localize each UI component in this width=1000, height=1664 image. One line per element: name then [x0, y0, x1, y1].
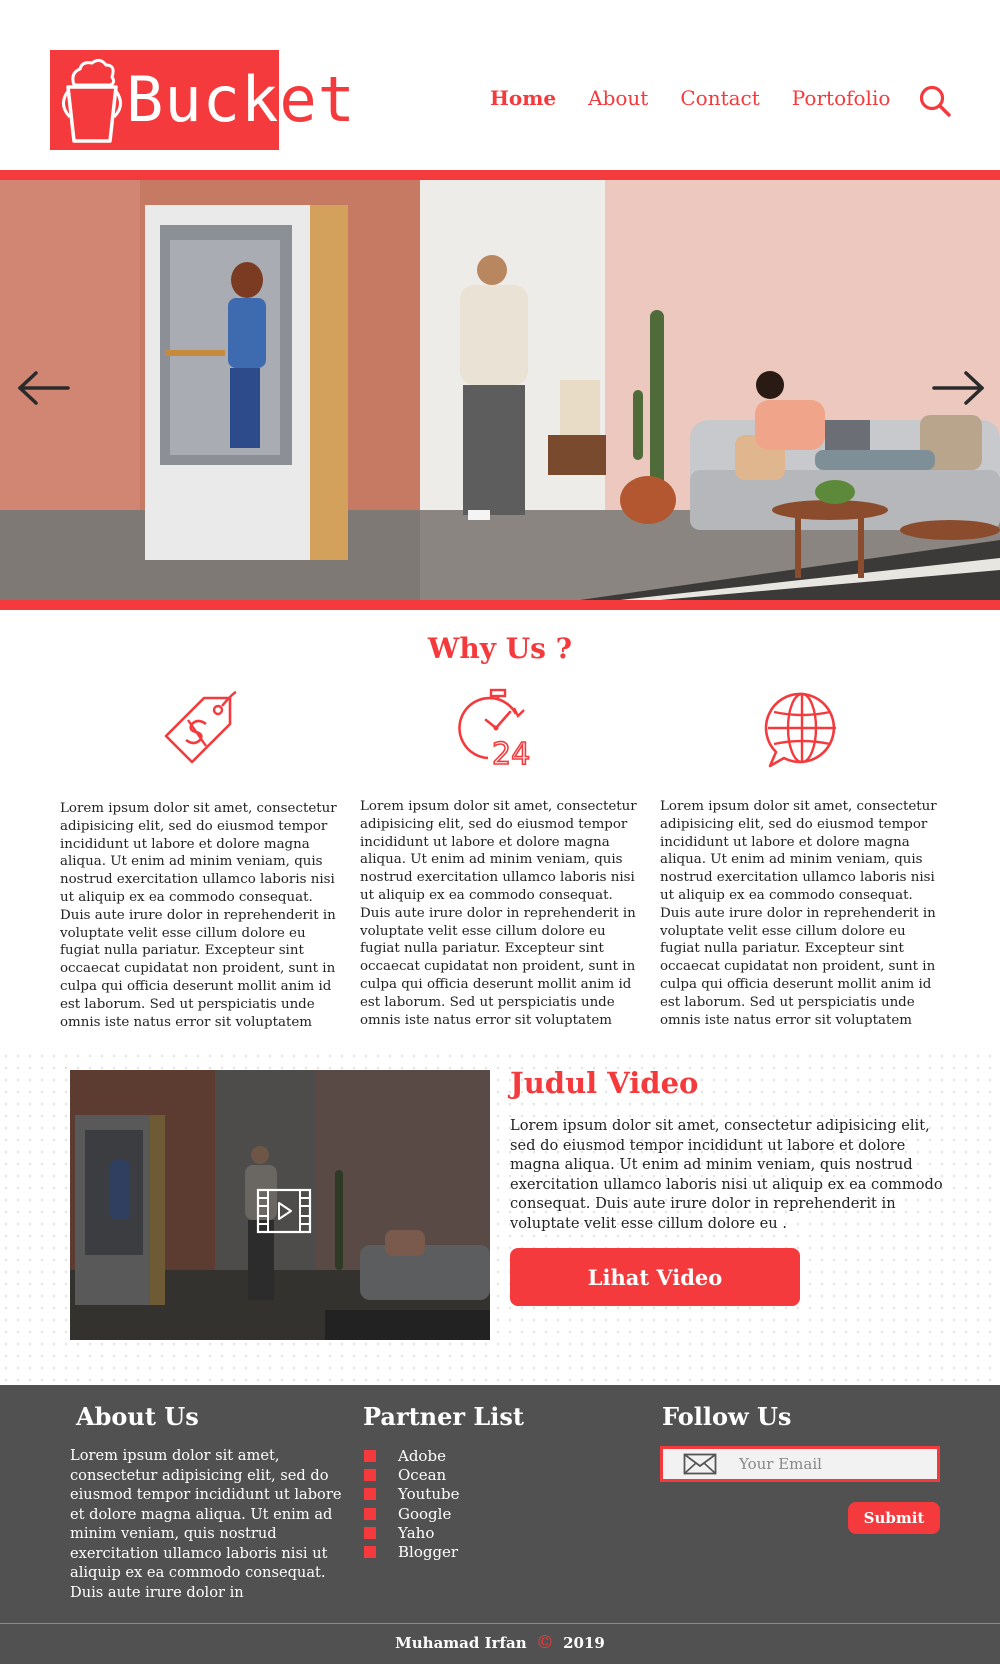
- copyright-name: Muhamad Irfan: [395, 1634, 527, 1652]
- partner-item[interactable]: Ocean: [364, 1465, 459, 1484]
- partner-list: Adobe Ocean Youtube Google Yaho Blogger: [364, 1446, 459, 1562]
- partner-item[interactable]: Blogger: [364, 1542, 459, 1561]
- globe-chat-icon: [764, 692, 836, 768]
- bullet-square-icon: [364, 1468, 376, 1481]
- logo-red-box: Buck: [50, 50, 280, 150]
- nav-portofolio[interactable]: Portofolio: [792, 86, 891, 110]
- svg-text:24: 24: [492, 737, 530, 768]
- nav-about[interactable]: About: [588, 86, 648, 110]
- arrow-right-icon[interactable]: [930, 370, 986, 406]
- bullet-square-icon: [364, 1488, 376, 1501]
- submit-button[interactable]: Submit: [848, 1502, 940, 1534]
- footer-follow-heading: Follow Us: [662, 1402, 792, 1431]
- copyright-icon: ©: [535, 1632, 554, 1653]
- partner-label: Yaho: [398, 1523, 435, 1542]
- video-thumbnail[interactable]: [70, 1070, 490, 1340]
- hero-image: [0, 180, 1000, 600]
- video-play-icon[interactable]: [256, 1188, 312, 1234]
- partner-label: Google: [398, 1504, 452, 1523]
- hero-slider: [0, 180, 1000, 600]
- partner-label: Adobe: [398, 1446, 446, 1465]
- brand-logo[interactable]: Buck et: [50, 50, 356, 150]
- footer-divider: [0, 1623, 1000, 1624]
- copyright-year: 2019: [563, 1634, 605, 1652]
- why-us-title: Why Us ?: [427, 632, 573, 665]
- footer-about-text: Lorem ipsum dolor sit amet, consectetur …: [70, 1447, 342, 1601]
- logo-text-part1: Buck: [126, 63, 280, 136]
- bucket-icon: [62, 58, 122, 143]
- copyright: Muhamad Irfan © 2019: [0, 1632, 1000, 1653]
- feature-text-1: Lorem ipsum dolor sit amet, consectetur …: [60, 801, 337, 1030]
- mail-icon: [683, 1453, 717, 1475]
- partner-item[interactable]: Google: [364, 1504, 459, 1523]
- partner-label: Youtube: [398, 1485, 460, 1504]
- watch-video-button[interactable]: Lihat Video: [510, 1248, 800, 1306]
- bullet-square-icon: [364, 1449, 376, 1462]
- header-divider: [0, 170, 1000, 180]
- clock-24-icon: 24: [458, 688, 531, 768]
- partner-item[interactable]: Youtube: [364, 1485, 459, 1504]
- main-nav: Home About Contact Portofolio: [490, 86, 922, 110]
- partner-item[interactable]: Adobe: [364, 1446, 459, 1465]
- feature-text-3: Lorem ipsum dolor sit amet, consectetur …: [660, 799, 937, 1028]
- nav-contact[interactable]: Contact: [680, 86, 759, 110]
- partner-label: Blogger: [398, 1543, 459, 1562]
- nav-home[interactable]: Home: [490, 86, 556, 110]
- feature-text-2: Lorem ipsum dolor sit amet, consectetur …: [360, 799, 637, 1028]
- hero-divider: [0, 600, 1000, 610]
- bullet-square-icon: [364, 1526, 376, 1539]
- bullet-square-icon: [364, 1546, 376, 1559]
- logo-text-part2: et: [279, 63, 356, 136]
- arrow-left-icon[interactable]: [16, 370, 72, 406]
- price-tag-icon: [164, 690, 237, 764]
- footer-about-heading: About Us: [76, 1402, 199, 1431]
- video-description: Lorem ipsum dolor sit amet, consectetur …: [510, 1117, 943, 1232]
- bullet-square-icon: [364, 1507, 376, 1520]
- footer-partner-heading: Partner List: [363, 1402, 524, 1431]
- video-title: Judul Video: [510, 1066, 699, 1100]
- email-field[interactable]: [660, 1446, 940, 1482]
- search-icon[interactable]: [918, 84, 952, 118]
- partner-label: Ocean: [398, 1465, 447, 1484]
- partner-item[interactable]: Yaho: [364, 1523, 459, 1542]
- site-header: Buck et Home About Contact Portofolio: [0, 0, 1000, 170]
- email-input[interactable]: [739, 1455, 919, 1473]
